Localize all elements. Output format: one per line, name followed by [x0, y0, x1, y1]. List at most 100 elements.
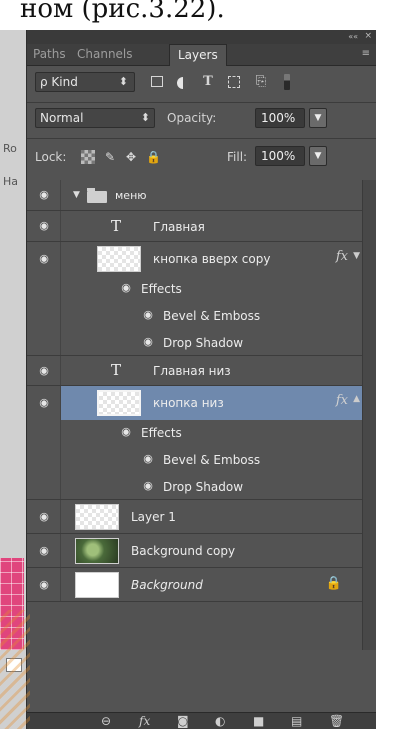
- collapse-icon[interactable]: ««: [348, 32, 358, 41]
- eye-icon[interactable]: ◉: [37, 220, 51, 232]
- visibility-cell: ◉: [27, 386, 61, 420]
- layer-thumbnail: [97, 390, 141, 416]
- layers-panel: «« × Paths Channels Layers ≡ ρ Kind ⬍ T …: [26, 30, 376, 729]
- visibility-cell: ◉: [27, 568, 61, 601]
- visibility-cell: ◉: [27, 242, 61, 276]
- visibility-cell: [27, 474, 61, 499]
- layer-name: Главная: [153, 220, 205, 234]
- visibility-cell: [27, 330, 61, 355]
- layer-row-background[interactable]: ◉ Background 🔒: [27, 568, 362, 602]
- eye-icon[interactable]: ◉: [141, 480, 155, 492]
- document-text: ном (рис.3.22).: [20, 0, 225, 24]
- opacity-dropdown-icon[interactable]: ▼: [309, 108, 327, 128]
- expand-effects-icon[interactable]: ▲: [353, 394, 360, 404]
- expand-caret-icon[interactable]: ▼: [73, 190, 80, 200]
- panel-tabs: Paths Channels Layers ≡: [27, 44, 376, 66]
- tab-paths[interactable]: Paths: [33, 47, 66, 61]
- lock-transparent-icon[interactable]: [81, 150, 95, 164]
- layer-row-group[interactable]: ◉ ▼ меню: [27, 180, 362, 211]
- layer-row-image[interactable]: ◉ Layer 1: [27, 500, 362, 534]
- layer-thumbnail: [75, 572, 119, 598]
- text-layer-icon: T: [111, 217, 122, 235]
- layer-row-image[interactable]: ◉ Background copy: [27, 534, 362, 568]
- eye-icon[interactable]: ◉: [141, 309, 155, 321]
- layer-list-empty-area: [27, 650, 376, 712]
- layer-row-image[interactable]: ◉ кнопка вверх copy fx ▼: [27, 242, 362, 276]
- fill-label: Fill:: [227, 150, 248, 164]
- layer-row-text[interactable]: ◉ T Главная: [27, 211, 362, 242]
- collapse-effects-icon[interactable]: ▼: [353, 251, 360, 261]
- fx-icon[interactable]: fx: [336, 393, 348, 408]
- lock-all-icon[interactable]: 🔒: [146, 150, 161, 164]
- panel-title-bar[interactable]: «« ×: [27, 30, 376, 44]
- new-layer-icon[interactable]: ▤: [291, 714, 302, 728]
- effect-name: Drop Shadow: [163, 336, 244, 350]
- tab-layers[interactable]: Layers: [169, 44, 227, 66]
- layers-scrollbar[interactable]: [362, 180, 376, 650]
- fill-input[interactable]: 100%: [255, 146, 305, 166]
- layer-thumbnail: [75, 504, 119, 530]
- page-watermark-pattern: [0, 610, 30, 729]
- filter-kind-label: ρ Kind: [40, 75, 78, 89]
- layer-name: Layer 1: [131, 510, 176, 524]
- layer-name: кнопка вверх copy: [153, 252, 271, 266]
- eye-icon[interactable]: ◉: [119, 426, 133, 438]
- visibility-cell: [27, 303, 61, 330]
- opacity-input[interactable]: 100%: [255, 108, 305, 128]
- eye-icon[interactable]: ◉: [119, 282, 133, 294]
- delete-layer-icon[interactable]: 🗑: [329, 714, 344, 728]
- blend-mode-select[interactable]: Normal ⬍: [35, 108, 155, 128]
- new-group-icon[interactable]: ■: [253, 714, 264, 728]
- visibility-cell: [27, 447, 61, 474]
- eye-icon[interactable]: ◉: [141, 336, 155, 348]
- text-layer-icon: T: [111, 361, 122, 379]
- image-filter-icon[interactable]: [151, 76, 163, 87]
- effects-row[interactable]: ◉ Effects: [27, 420, 362, 447]
- eye-icon[interactable]: ◉: [37, 189, 51, 201]
- add-layer-style-icon[interactable]: fx: [139, 714, 150, 728]
- smart-object-filter-icon[interactable]: ⎘: [253, 74, 269, 90]
- type-filter-icon[interactable]: T: [200, 74, 216, 90]
- folder-icon: [87, 188, 107, 203]
- effects-label: Effects: [141, 426, 182, 440]
- stepper-icon: ⬍: [140, 111, 150, 124]
- adjustment-filter-icon[interactable]: [177, 77, 189, 89]
- fill-dropdown-icon[interactable]: ▼: [309, 146, 327, 166]
- layer-name: меню: [115, 189, 147, 202]
- eye-icon[interactable]: ◉: [141, 453, 155, 465]
- effect-name: Bevel & Emboss: [163, 309, 261, 323]
- eye-icon[interactable]: ◉: [37, 253, 51, 265]
- effect-row[interactable]: ◉ Drop Shadow: [27, 474, 362, 500]
- shape-filter-icon[interactable]: [228, 76, 240, 88]
- lock-brush-icon[interactable]: ✎: [103, 150, 117, 164]
- visibility-cell: ◉: [27, 534, 61, 567]
- panel-menu-icon[interactable]: ≡: [362, 48, 370, 59]
- eye-icon[interactable]: ◉: [37, 365, 51, 377]
- add-mask-icon[interactable]: ◙: [177, 714, 189, 728]
- new-adjustment-layer-icon[interactable]: ◐: [215, 714, 225, 728]
- effect-row[interactable]: ◉ Drop Shadow: [27, 330, 362, 356]
- eye-icon[interactable]: ◉: [37, 579, 51, 591]
- tab-channels[interactable]: Channels: [77, 47, 133, 61]
- layer-row-text[interactable]: ◉ T Главная низ: [27, 356, 362, 386]
- effect-name: Bevel & Emboss: [163, 453, 261, 467]
- filter-kind-select[interactable]: ρ Kind ⬍: [35, 72, 135, 92]
- eye-icon[interactable]: ◉: [37, 545, 51, 557]
- fx-icon[interactable]: fx: [336, 249, 348, 264]
- effects-row[interactable]: ◉ Effects: [27, 276, 362, 303]
- layer-name: кнопка низ: [153, 396, 224, 410]
- effect-row[interactable]: ◉ Bevel & Emboss: [27, 303, 362, 330]
- page-margin: [376, 30, 402, 729]
- visibility-cell: ◉: [27, 356, 61, 385]
- eye-icon[interactable]: ◉: [37, 511, 51, 523]
- layers-bottom-toolbar: ⊖ fx ◙ ◐ ■ ▤ 🗑: [27, 712, 376, 729]
- filter-toggle-icon[interactable]: [284, 74, 290, 90]
- link-layers-icon[interactable]: ⊖: [101, 714, 111, 728]
- close-icon[interactable]: ×: [364, 31, 372, 41]
- effects-label: Effects: [141, 282, 182, 296]
- lock-move-icon[interactable]: ✥: [124, 150, 138, 164]
- layer-row-image-selected[interactable]: ◉ кнопка низ fx ▲: [27, 386, 362, 420]
- effect-row[interactable]: ◉ Bevel & Emboss: [27, 447, 362, 474]
- eye-icon[interactable]: ◉: [37, 397, 51, 409]
- canvas-text-ha: Ha: [3, 175, 19, 188]
